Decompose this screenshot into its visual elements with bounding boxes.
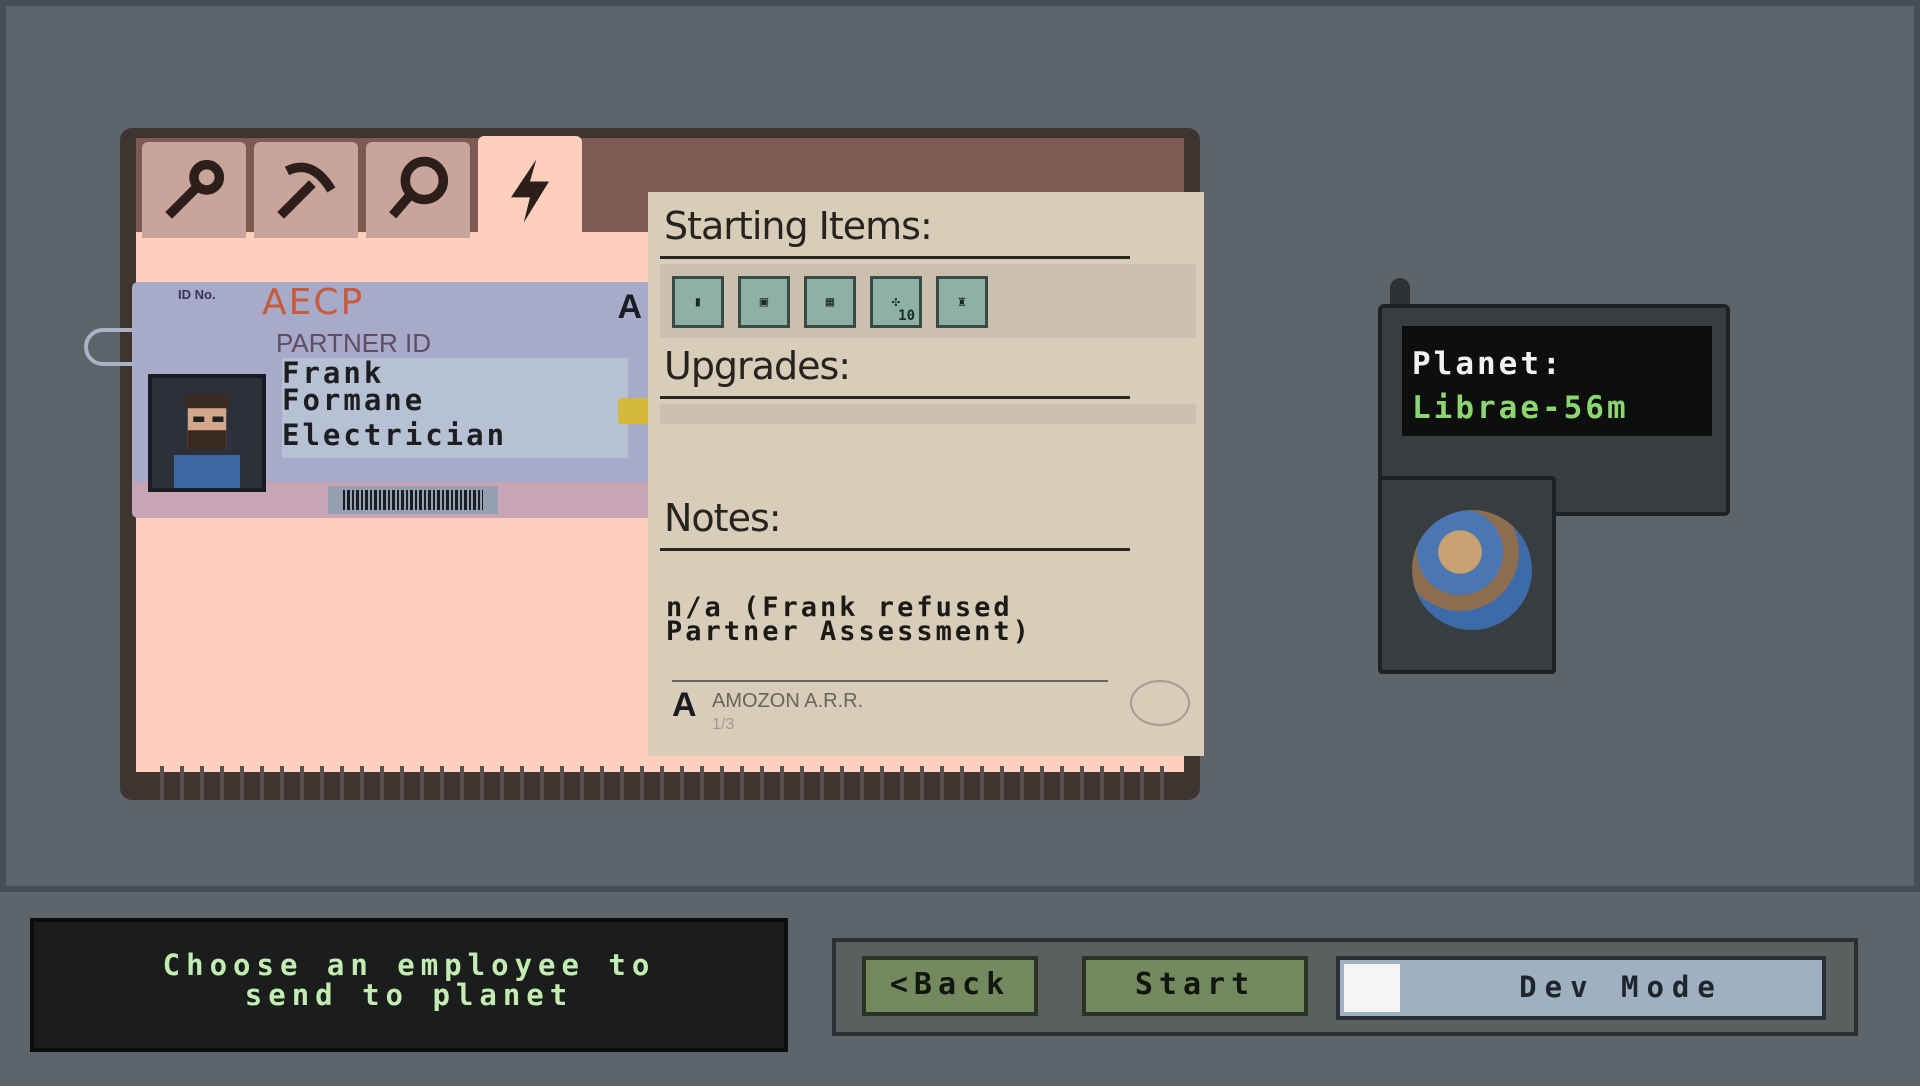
notebook-rings xyxy=(160,766,1170,800)
notes-text: n/a (Frank refused Partner Assessment) xyxy=(666,594,1032,647)
partner-id-label: PARTNER ID xyxy=(276,328,432,358)
avatar xyxy=(152,378,262,488)
battery-icon: ▮ xyxy=(693,294,703,310)
planet-globe-frame xyxy=(1378,476,1556,674)
employee-role: Electrician xyxy=(282,418,508,452)
footer-company: AMOZON A.R.R. xyxy=(712,690,864,712)
lightning-icon xyxy=(511,159,549,223)
message-line-1: Choose an employee to xyxy=(162,948,656,982)
magnifier-icon xyxy=(389,156,449,219)
planet-globe-icon xyxy=(1412,510,1532,630)
footer-divider xyxy=(672,680,1108,682)
device-icon: ▣ xyxy=(759,294,769,310)
planet-name: Librae-56m xyxy=(1412,390,1629,426)
divider xyxy=(660,548,1130,551)
item-slot-plant[interactable]: ✣ 10 xyxy=(870,276,922,328)
button-panel: <Back Start Dev Mode xyxy=(832,938,1858,1036)
tab-research[interactable] xyxy=(366,142,470,238)
item-count: 10 xyxy=(898,308,915,324)
id-number-label: ID No. xyxy=(178,287,216,302)
id-card-brand: AECP xyxy=(262,282,365,323)
notes-heading: Notes: xyxy=(664,496,782,540)
chip-icon xyxy=(618,398,650,424)
message-line-2: send to planet xyxy=(244,978,574,1012)
dev-mode-label: Dev Mode xyxy=(1519,970,1723,1004)
pickaxe-icon xyxy=(277,162,336,219)
tab-tools[interactable] xyxy=(142,142,246,238)
amozon-logo-icon: A xyxy=(672,686,697,724)
tab-mining[interactable] xyxy=(254,142,358,238)
item-slot-solar-panel[interactable]: ▦ xyxy=(804,276,856,328)
starting-items-heading: Starting Items: xyxy=(664,204,933,248)
dev-mode-toggle[interactable]: Dev Mode xyxy=(1336,956,1826,1020)
divider xyxy=(660,256,1130,259)
solar-panel-icon: ▦ xyxy=(825,294,835,310)
divider xyxy=(660,396,1130,399)
seal-icon xyxy=(1130,680,1190,726)
notes-line-2: Partner Assessment) xyxy=(666,616,1032,647)
page-number: 1/3 xyxy=(712,716,735,733)
robot-icon: ♜ xyxy=(957,294,967,310)
barcode-icon xyxy=(343,490,483,510)
employee-portrait xyxy=(148,374,266,492)
bottom-bar: Choose an employee to send to planet <Ba… xyxy=(0,886,1920,1086)
upgrades-heading: Upgrades: xyxy=(664,344,851,388)
employee-last-name: Formane xyxy=(282,383,426,417)
message-text: Choose an employee to send to planet xyxy=(34,950,784,1010)
planet-label: Planet: xyxy=(1412,346,1564,382)
company-logo-icon: A xyxy=(617,288,642,326)
item-slot-device[interactable]: ▣ xyxy=(738,276,790,328)
item-slot-battery[interactable]: ▮ xyxy=(672,276,724,328)
employee-info-box: Frank Formane Electrician xyxy=(282,358,628,458)
barcode xyxy=(328,486,498,514)
tab-electrical[interactable] xyxy=(478,136,582,246)
message-box: Choose an employee to send to planet xyxy=(30,918,788,1052)
partner-id-card[interactable]: ID No. AECP A PARTNER ID Frank Formane E… xyxy=(132,282,662,518)
back-button[interactable]: <Back xyxy=(862,956,1038,1016)
upgrades-row xyxy=(660,404,1196,424)
start-button[interactable]: Start xyxy=(1082,956,1308,1016)
item-slot-robot[interactable]: ♜ xyxy=(936,276,988,328)
employee-info-sheet: Starting Items: ▮ ▣ ▦ ✣ 10 ♜ Upgrades: No… xyxy=(648,192,1204,756)
wrench-icon xyxy=(165,159,225,219)
